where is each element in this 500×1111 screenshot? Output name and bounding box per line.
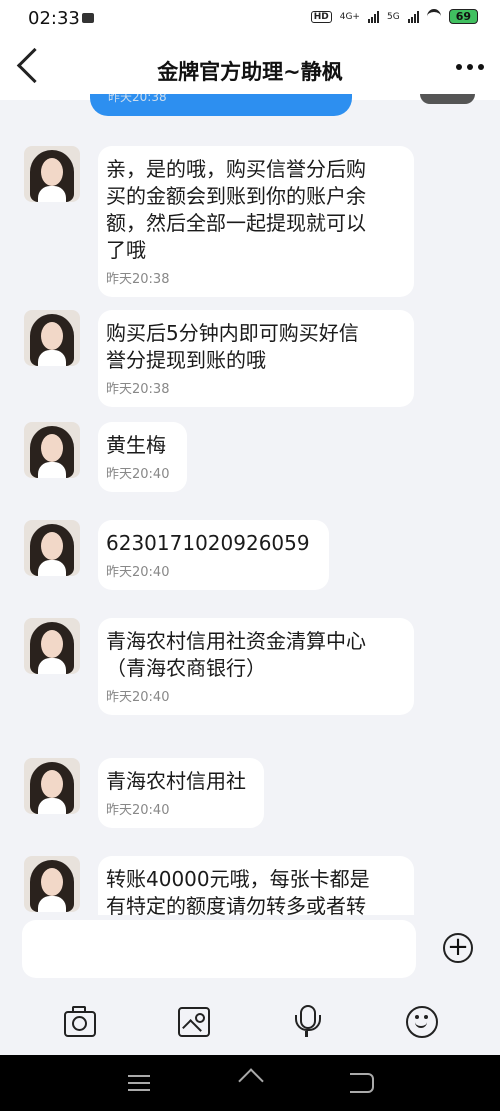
chat-header: 金牌官方助理~静枫 (0, 38, 500, 100)
message-text: 亲，是的哦，购买信誉分后购 买的金额会到账到你的账户余 额，然后全部一起提现就可… (106, 157, 366, 262)
avatar[interactable] (24, 520, 80, 576)
plus-icon[interactable]: + (443, 933, 473, 963)
message-text: 购买后5分钟内即可购买好信 誉分提现到账的哦 (106, 321, 359, 372)
message-notification-icon (82, 13, 94, 23)
chat-title: 金牌官方助理~静枫 (157, 60, 343, 84)
message-timestamp: 昨天20:40 (106, 467, 170, 482)
message-bubble[interactable]: 亲，是的哦，购买信誉分后购 买的金额会到账到你的账户余 额，然后全部一起提现就可… (98, 146, 414, 297)
chat-toolbar (0, 995, 500, 1055)
network-label-2: 5G (386, 11, 400, 22)
emoji-icon[interactable] (404, 1003, 440, 1039)
mic-icon[interactable] (290, 1003, 326, 1039)
menu-icon[interactable] (128, 1075, 150, 1096)
message-bubble[interactable]: 青海农村信用社资金清算中心 （青海农商银行） 昨天20:40 (98, 618, 414, 715)
status-indicators: HD 4G+ 5G 69 (310, 9, 478, 24)
network-label-1: 4G+ (339, 11, 360, 22)
avatar[interactable] (24, 758, 80, 814)
message-bubble[interactable]: 6230171020926059 昨天20:40 (98, 520, 329, 590)
avatar[interactable] (24, 856, 80, 912)
message-timestamp: 昨天20:40 (106, 565, 170, 580)
message-timestamp: 昨天20:38 (106, 272, 170, 287)
message-bubble[interactable]: 青海农村信用社 昨天20:40 (98, 758, 264, 828)
message-text: 青海农村信用社资金清算中心 （青海农商银行） (106, 629, 366, 680)
hd-badge: HD (310, 10, 332, 23)
message-timestamp: 昨天20:40 (106, 690, 170, 705)
wifi-icon (426, 9, 441, 24)
partial-sent-bubble: 昨天20:38 (90, 94, 352, 116)
message-row: 转账40000元哦，每张卡都是 有特定的额度请勿转多或者转 (0, 856, 500, 918)
message-text: 转账40000元哦，每张卡都是 有特定的额度请勿转多或者转 (106, 867, 370, 918)
status-bar: 02:33 HD 4G+ 5G 69 (0, 0, 500, 38)
message-timestamp: 昨天20:40 (106, 803, 170, 818)
battery-icon: 69 (448, 9, 478, 24)
camera-icon[interactable] (62, 1003, 98, 1039)
back-icon[interactable] (350, 1073, 374, 1093)
partial-timestamp: 昨天20:38 (108, 94, 167, 104)
message-text: 青海农村信用社 (106, 769, 246, 793)
message-bubble[interactable]: 黄生梅 昨天20:40 (98, 422, 188, 492)
home-icon[interactable] (238, 1068, 264, 1094)
message-bubble[interactable]: 购买后5分钟内即可购买好信 誉分提现到账的哦 昨天20:38 (98, 310, 414, 407)
message-bubble[interactable]: 转账40000元哦，每张卡都是 有特定的额度请勿转多或者转 (98, 856, 414, 918)
avatar[interactable] (24, 310, 80, 366)
input-bar: + (0, 915, 500, 995)
message-timestamp: 昨天20:38 (106, 382, 170, 397)
image-icon[interactable] (176, 1003, 212, 1039)
avatar[interactable] (24, 422, 80, 478)
message-input[interactable] (22, 920, 416, 978)
system-nav-bar (0, 1055, 500, 1111)
message-text: 黄生梅 (106, 433, 166, 457)
status-time: 02:33 (28, 8, 80, 29)
avatar[interactable] (24, 618, 80, 674)
partial-image-bubble (420, 94, 475, 104)
signal-icon (367, 10, 379, 23)
signal-icon-2 (407, 10, 419, 23)
message-text: 6230171020926059 (106, 531, 310, 555)
more-options-icon[interactable] (456, 64, 484, 70)
avatar[interactable] (24, 146, 80, 202)
